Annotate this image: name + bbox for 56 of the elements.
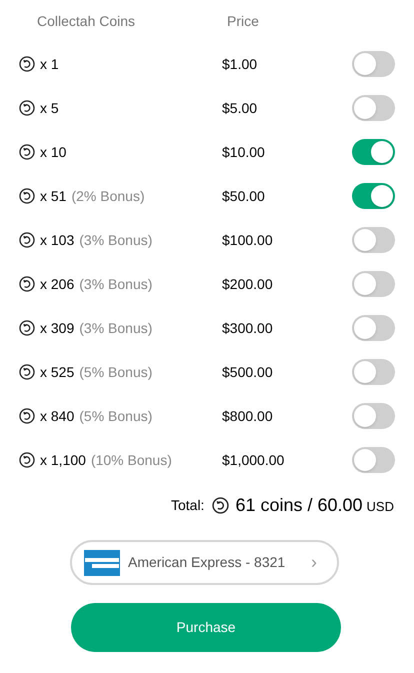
coin-amount: x 10 (40, 142, 66, 162)
toggle-switch[interactable] (352, 403, 395, 429)
bonus-label: (2% Bonus) (71, 186, 145, 206)
currency-label: USD (366, 498, 394, 516)
coin-amount: x 1 (40, 54, 59, 74)
bonus-label: (5% Bonus) (79, 406, 152, 426)
total-label: Total: (170, 496, 204, 515)
toggle-switch[interactable] (352, 447, 395, 473)
coin-icon (19, 408, 35, 424)
coin-amount: x 309 (40, 318, 74, 338)
bonus-label: (3% Bonus) (79, 230, 152, 250)
toggle-switch[interactable] (352, 51, 395, 77)
price-text: $100.00 (222, 230, 274, 250)
price-text: $1.00 (222, 54, 258, 74)
coin-amount: x 1,100 (40, 450, 86, 470)
price-text: $5.00 (222, 98, 258, 118)
toggle-switch[interactable] (352, 359, 395, 385)
bonus-label: (5% Bonus) (79, 362, 152, 382)
coin-icon (19, 452, 35, 468)
coin-icon (19, 144, 35, 160)
toggle-switch[interactable] (352, 183, 395, 209)
coin-icon (19, 188, 35, 204)
card-logo-icon (84, 550, 120, 576)
column-header: Collectah Coins (37, 12, 136, 30)
coin-amount: x 525 (40, 362, 74, 382)
toggle-switch[interactable] (352, 139, 395, 165)
column-header: Price (227, 12, 259, 30)
coin-amount: x 5 (40, 98, 59, 118)
coin-amount: x 206 (40, 274, 74, 294)
toggle-switch[interactable] (352, 315, 395, 341)
bonus-label: (10% Bonus) (90, 450, 172, 470)
total-value: 61 coins / 60.00 (235, 494, 363, 517)
coin-icon (19, 320, 35, 336)
coin-amount: x 51 (40, 186, 66, 206)
coin-amount: x 103 (40, 230, 74, 250)
price-text: $800.00 (222, 406, 274, 426)
coin-icon (19, 232, 35, 248)
coin-icon (19, 100, 35, 116)
coin-icon (19, 56, 35, 72)
price-text: $50.00 (222, 186, 266, 206)
bonus-label: (3% Bonus) (79, 318, 152, 338)
coin-icon (19, 276, 35, 292)
price-text: $1,000.00 (222, 450, 286, 470)
toggle-switch[interactable] (352, 271, 395, 297)
bonus-label: (3% Bonus) (79, 274, 152, 294)
price-text: $300.00 (222, 318, 274, 338)
payment-method-selector[interactable]: American Express - 8321 › (70, 540, 339, 585)
price-text: $500.00 (222, 362, 274, 382)
toggle-switch[interactable] (352, 227, 395, 253)
coin-icon (212, 497, 230, 514)
chevron-icon: › (311, 549, 317, 576)
price-text: $10.00 (222, 142, 266, 162)
coin-amount: x 840 (40, 406, 74, 426)
toggle-switch[interactable] (352, 95, 395, 121)
coin-icon (19, 364, 35, 380)
price-text: $200.00 (222, 274, 274, 294)
